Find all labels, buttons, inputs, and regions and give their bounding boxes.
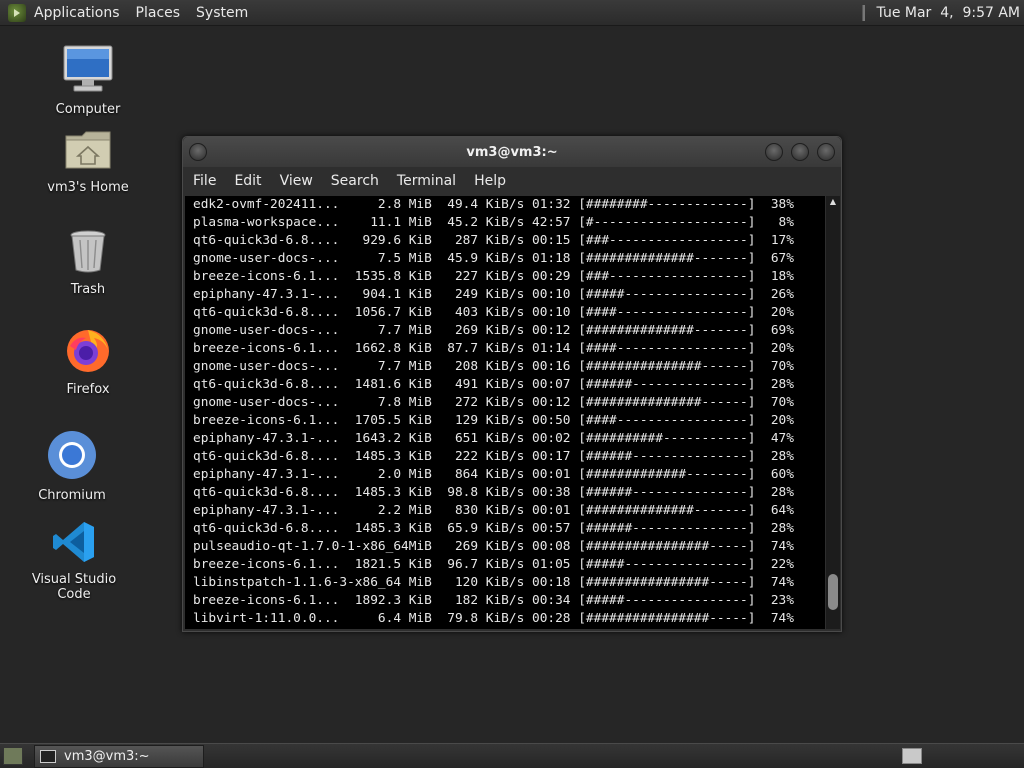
menu-applications[interactable]: Applications	[34, 5, 120, 21]
terminal-line: breeze-icons-6.1... 1892.3 KiB 182 KiB/s…	[193, 593, 794, 608]
workspace-switcher[interactable]	[902, 748, 922, 764]
terminal-menubar: File Edit View Search Terminal Help	[183, 167, 841, 195]
distro-logo-icon[interactable]	[8, 3, 26, 22]
terminal-line: epiphany-47.3.1-... 2.2 MiB 830 KiB/s 00…	[193, 503, 794, 518]
menu-edit[interactable]: Edit	[234, 173, 261, 189]
window-menu-button[interactable]	[189, 143, 207, 161]
desktop-icon-vscode[interactable]: Visual Studio Code	[14, 520, 134, 602]
terminal-line: qt6-quick3d-6.8.... 1485.3 KiB 222 KiB/s…	[193, 449, 794, 464]
terminal-line: gnome-user-docs-... 7.7 MiB 208 KiB/s 00…	[193, 359, 794, 374]
home-folder-icon	[28, 128, 148, 176]
show-desktop-icon[interactable]	[3, 747, 23, 765]
terminal-line: gnome-user-docs-... 7.5 MiB 45.9 KiB/s 0…	[193, 251, 794, 266]
terminal-line: breeze-icons-6.1... 1662.8 KiB 87.7 KiB/…	[193, 341, 794, 356]
terminal-line: qt6-quick3d-6.8.... 1485.3 KiB 98.8 KiB/…	[193, 485, 794, 500]
terminal-line: edk2-ovmf-202411... 2.8 MiB 49.4 KiB/s 0…	[193, 197, 794, 212]
desktop-icon-label: Chromium	[38, 488, 106, 503]
scrollbar-thumb[interactable]	[828, 574, 838, 610]
menu-file[interactable]: File	[193, 173, 216, 189]
terminal-line: qt6-quick3d-6.8.... 1485.3 KiB 65.9 KiB/…	[193, 521, 794, 536]
desktop-icon-computer[interactable]: Computer	[28, 44, 148, 117]
terminal-line: libvirt-1:11.0.0... 6.4 MiB 79.8 KiB/s 0…	[193, 611, 794, 626]
menu-system[interactable]: System	[196, 5, 248, 21]
terminal-window[interactable]: vm3@vm3:~ File Edit View Search Terminal…	[182, 136, 842, 632]
terminal-line: breeze-icons-6.1... 1705.5 KiB 129 KiB/s…	[193, 413, 794, 428]
close-button[interactable]	[817, 143, 835, 161]
terminal-line: gnome-user-docs-... 7.8 MiB 272 KiB/s 00…	[193, 395, 794, 410]
terminal-line: pulseaudio-qt-1.7.0-1-x86_64MiB 269 KiB/…	[193, 539, 794, 554]
chromium-icon	[12, 430, 132, 484]
terminal-line: plasma-workspace... 11.1 MiB 45.2 KiB/s …	[193, 215, 794, 230]
terminal-line: epiphany-47.3.1-... 2.0 MiB 864 KiB/s 00…	[193, 467, 794, 482]
firefox-icon	[28, 326, 148, 378]
desktop-icon-label: Computer	[55, 102, 121, 117]
terminal-line: breeze-icons-6.1... 1535.8 KiB 227 KiB/s…	[193, 269, 794, 284]
maximize-button[interactable]	[791, 143, 809, 161]
desktop-icon-chromium[interactable]: Chromium	[12, 430, 132, 503]
terminal-icon	[40, 750, 56, 763]
top-panel: Applications Places System Tue Mar 4, 9:…	[0, 0, 1024, 26]
panel-separator	[861, 4, 865, 21]
clock-area[interactable]: Tue Mar 4, 9:57 AM	[861, 0, 1020, 25]
terminal-line: breeze-icons-6.1... 1821.5 KiB 96.7 KiB/…	[193, 557, 794, 572]
menu-help[interactable]: Help	[474, 173, 506, 189]
desktop-icon-label: Visual Studio Code	[31, 572, 117, 602]
menu-places[interactable]: Places	[136, 5, 181, 21]
menu-view[interactable]: View	[280, 173, 313, 189]
desktop-icon-trash[interactable]: Trash	[28, 228, 148, 297]
terminal-line: epiphany-47.3.1-... 1643.2 KiB 651 KiB/s…	[193, 431, 794, 446]
trash-icon	[28, 228, 148, 278]
menu-search[interactable]: Search	[331, 173, 379, 189]
bottom-panel: vm3@vm3:~	[0, 743, 1024, 768]
terminal-scrollbar[interactable]: ▲	[826, 196, 840, 629]
vscode-icon	[14, 520, 134, 568]
terminal-line: qt6-quick3d-6.8.... 1056.7 KiB 403 KiB/s…	[193, 305, 794, 320]
desktop-icon-home[interactable]: vm3's Home	[28, 128, 148, 195]
taskbar-item-label: vm3@vm3:~	[64, 749, 150, 764]
window-titlebar[interactable]: vm3@vm3:~	[183, 137, 841, 167]
taskbar-item-terminal[interactable]: vm3@vm3:~	[34, 745, 204, 768]
terminal-line: qt6-quick3d-6.8.... 1481.6 KiB 491 KiB/s…	[193, 377, 794, 392]
terminal-line: epiphany-47.3.1-... 904.1 KiB 249 KiB/s …	[193, 287, 794, 302]
terminal-output[interactable]: edk2-ovmf-202411... 2.8 MiB 49.4 KiB/s 0…	[185, 196, 825, 629]
terminal-line: libinstpatch-1.1.6-3-x86_64 MiB 120 KiB/…	[193, 575, 794, 590]
terminal-line: gnome-user-docs-... 7.7 MiB 269 KiB/s 00…	[193, 323, 794, 338]
minimize-button[interactable]	[765, 143, 783, 161]
window-title: vm3@vm3:~	[466, 144, 558, 160]
clock[interactable]: Tue Mar 4, 9:57 AM	[877, 5, 1020, 21]
terminal-line: qt6-quick3d-6.8.... 929.6 KiB 287 KiB/s …	[193, 233, 794, 248]
desktop-icon-label: vm3's Home	[47, 180, 129, 195]
desktop-icon-label: Trash	[70, 282, 106, 297]
desktop-icon-label: Firefox	[66, 382, 110, 397]
computer-icon	[28, 44, 148, 98]
menu-terminal[interactable]: Terminal	[397, 173, 456, 189]
desktop-icon-firefox[interactable]: Firefox	[28, 326, 148, 397]
scroll-up-arrow-icon[interactable]: ▲	[826, 196, 840, 208]
